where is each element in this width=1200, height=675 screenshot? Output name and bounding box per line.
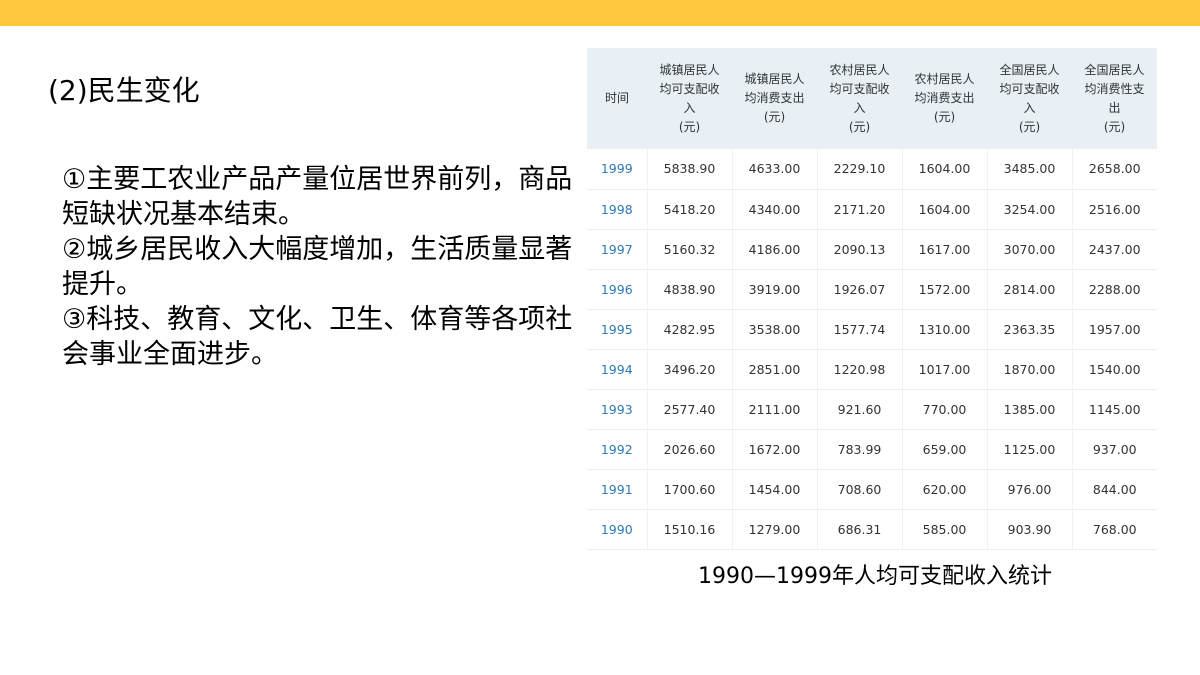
table-cell: 708.60 [816,469,902,510]
table-cell: 976.00 [986,469,1072,510]
table-cell: 1279.00 [731,509,817,550]
slide-heading: (2)民生变化 [48,74,200,107]
table-cell: 2229.10 [816,149,902,190]
table-cell: 1700.60 [646,469,732,510]
table-cell: 2516.00 [1071,189,1157,230]
table-cell: 3538.00 [731,309,817,350]
table-body: 1999 5838.90 4633.00 2229.10 1604.00 3485.00 2… [587,149,1157,550]
header-urban-consumption: 城镇居民人 均消费支出 (元) [744,72,805,124]
year-link[interactable]: 1996 [587,269,647,310]
year-link[interactable]: 1997 [587,229,647,270]
table-cell: 2577.40 [646,389,732,430]
table-cell: 2111.00 [731,389,817,430]
header-national-consumption: 全国居民人 均消费性支 出 (元) [1084,62,1145,134]
header-urban-disposable-income: 城镇居民人 均可支配收 入 (元) [659,62,720,134]
table-cell: 770.00 [901,389,987,430]
year-link[interactable]: 1993 [587,389,647,430]
table-cell: 2288.00 [1071,269,1157,310]
table-cell: 3496.20 [646,349,732,390]
year-link[interactable]: 1998 [587,189,647,230]
year-link[interactable]: 1992 [587,429,647,470]
bullet-point: ①主要工农业产品产量位居世界前列，商品短缺状况基本结束。 [62,164,573,230]
header-rural-consumption: 农村居民人 均消费支出 (元) [914,72,975,124]
table-cell: 1145.00 [1071,389,1157,430]
table-cell: 5838.90 [646,149,732,190]
header-time: 时间 [604,91,629,105]
table-cell: 1672.00 [731,429,817,470]
table-cell: 4186.00 [731,229,817,270]
table-row: 1992 2026.60 1672.00 783.99 659.00 1125.00 937… [587,429,1157,470]
table-cell: 768.00 [1071,509,1157,550]
table-cell: 5418.20 [646,189,732,230]
table-cell: 1870.00 [986,349,1072,390]
table-cell: 1454.00 [731,469,817,510]
year-link[interactable]: 1991 [587,469,647,510]
table-cell: 659.00 [901,429,987,470]
table-cell: 1310.00 [901,309,987,350]
table-cell: 3254.00 [986,189,1072,230]
table-cell: 4282.95 [646,309,732,350]
table-cell: 5160.32 [646,229,732,270]
table-cell: 783.99 [816,429,902,470]
table-caption: 1990—1999年人均可支配收入统计 [698,564,1052,589]
table-cell: 1572.00 [901,269,987,310]
income-table-screenshot: 时间 城镇居民人 均可支配收 入 (元) 城镇居民人 均消费支出 (元) 农村居… [587,48,1157,550]
table-cell: 1510.16 [646,509,732,550]
income-table: 时间 城镇居民人 均可支配收 入 (元) 城镇居民人 均消费支出 (元) 农村居… [587,48,1157,550]
table-cell: 1017.00 [901,349,987,390]
header-rural-disposable-income: 农村居民人 均可支配收 入 (元) [829,62,890,134]
year-link[interactable]: 1990 [587,509,647,550]
table-cell: 903.90 [986,509,1072,550]
table-cell: 1385.00 [986,389,1072,430]
table-cell: 2814.00 [986,269,1072,310]
table-cell: 620.00 [901,469,987,510]
table-cell: 2026.60 [646,429,732,470]
year-link[interactable]: 1999 [587,149,647,190]
table-cell: 1617.00 [901,229,987,270]
table-row: 1998 5418.20 4340.00 2171.20 1604.00 3254.00 2… [587,189,1157,230]
table-row: 1993 2577.40 2111.00 921.60 770.00 1385.00 114… [587,389,1157,430]
table-row: 1996 4838.90 3919.00 1926.07 1572.00 2814.00 2… [587,269,1157,310]
table-row: 1990 1510.16 1279.00 686.31 585.00 903.90 768.… [587,509,1157,550]
table-cell: 3919.00 [731,269,817,310]
table-cell: 3070.00 [986,229,1072,270]
year-link[interactable]: 1995 [587,309,647,350]
table-cell: 1125.00 [986,429,1072,470]
table-row: 1999 5838.90 4633.00 2229.10 1604.00 3485.00 2… [587,149,1157,190]
table-cell: 844.00 [1071,469,1157,510]
table-cell: 4838.90 [646,269,732,310]
table-cell: 921.60 [816,389,902,430]
table-row: 1994 3496.20 2851.00 1220.98 1017.00 1870.00 1… [587,349,1157,390]
table-cell: 1957.00 [1071,309,1157,350]
bullet-points: ①主要工农业产品产量位居世界前列，商品短缺状况基本结束。 ②城乡居民收入大幅度增… [62,162,582,372]
table-cell: 585.00 [901,509,987,550]
table-row: 1991 1700.60 1454.00 708.60 620.00 976.00 844.… [587,469,1157,510]
table-row: 1997 5160.32 4186.00 2090.13 1617.00 3070.00 2… [587,229,1157,270]
table-cell: 1540.00 [1071,349,1157,390]
table-cell: 3485.00 [986,149,1072,190]
top-accent-bar [0,0,1200,26]
table-cell: 1220.98 [816,349,902,390]
table-row: 1995 4282.95 3538.00 1577.74 1310.00 2363.35 1… [587,309,1157,350]
table-cell: 2851.00 [731,349,817,390]
table-cell: 4340.00 [731,189,817,230]
bullet-point: ②城乡居民收入大幅度增加，生活质量显著提升。 [62,234,573,300]
table-cell: 937.00 [1071,429,1157,470]
table-cell: 1926.07 [816,269,902,310]
table-cell: 2363.35 [986,309,1072,350]
year-link[interactable]: 1994 [587,349,647,390]
table-cell: 686.31 [816,509,902,550]
header-national-disposable-income: 全国居民人 均可支配收 入 (元) [999,62,1060,134]
table-cell: 2171.20 [816,189,902,230]
table-cell: 1577.74 [816,309,902,350]
table-cell: 1604.00 [901,149,987,190]
table-cell: 2090.13 [816,229,902,270]
bullet-point: ③科技、教育、文化、卫生、体育等各项社会事业全面进步。 [62,304,573,370]
table-cell: 4633.00 [731,149,817,190]
table-cell: 2658.00 [1071,149,1157,190]
table-cell: 1604.00 [901,189,987,230]
table-cell: 2437.00 [1071,229,1157,270]
table-header-row: 时间 城镇居民人 均可支配收 入 (元) 城镇居民人 均消费支出 (元) 农村居… [587,48,1157,149]
